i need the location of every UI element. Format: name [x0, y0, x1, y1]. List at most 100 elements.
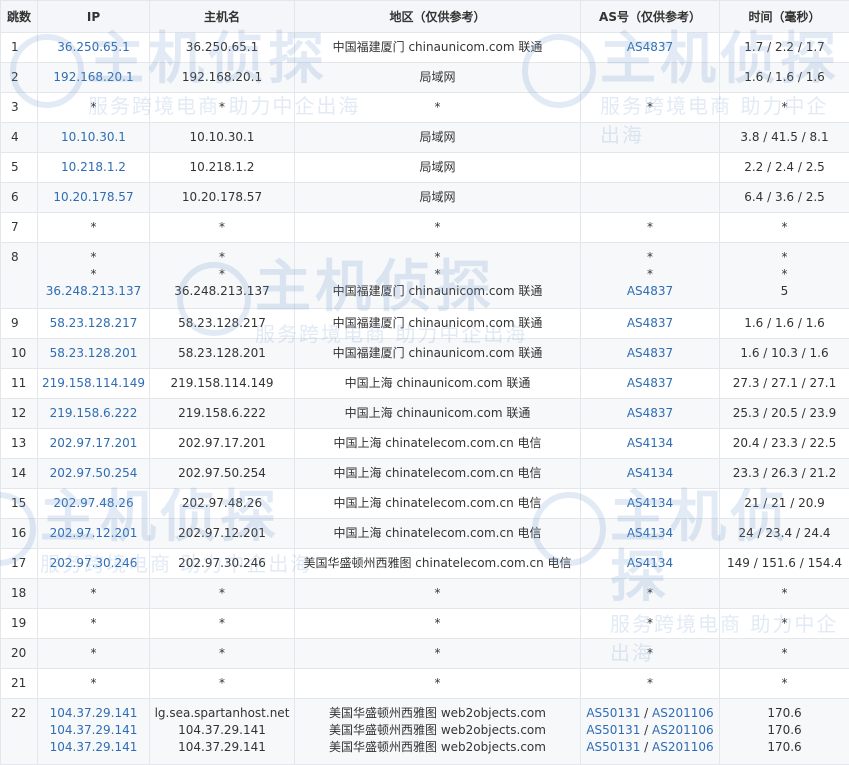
region-text: * — [295, 219, 580, 236]
as-number-link[interactable]: AS50131 — [586, 740, 640, 754]
as-cell: * — [581, 579, 720, 609]
time-cell: 1.6 / 10.3 / 1.6 — [720, 339, 849, 369]
as-number-link[interactable]: AS50131 — [586, 723, 640, 737]
hop-number: 1 — [1, 33, 38, 63]
hop-number: 11 — [1, 369, 38, 399]
as-cell: **AS4837 — [581, 243, 720, 309]
ip-link[interactable]: 192.168.20.1 — [38, 69, 149, 86]
ip-cell: * — [38, 93, 150, 123]
ip-cell: 219.158.6.222 — [38, 399, 150, 429]
as-number-link[interactable]: AS50131 — [586, 706, 640, 720]
ip-link[interactable]: 36.248.213.137 — [38, 283, 149, 300]
region-text: 中国上海 chinatelecom.com.cn 电信 — [295, 465, 580, 482]
region-text: * — [295, 266, 580, 283]
as-line — [581, 189, 719, 206]
as-line: * — [581, 266, 719, 283]
ip-link[interactable]: 219.158.114.149 — [38, 375, 149, 392]
as-cell: AS4134 — [581, 459, 720, 489]
region-cell: 中国福建厦门 chinaunicom.com 联通 — [295, 339, 581, 369]
as-number-link[interactable]: AS4837 — [627, 406, 673, 420]
table-row: 17202.97.30.246202.97.30.246美国华盛顿州西雅图 ch… — [1, 549, 849, 579]
ip-link[interactable]: 58.23.128.201 — [38, 345, 149, 362]
region-text: 中国上海 chinatelecom.com.cn 电信 — [295, 435, 580, 452]
time-cell: 1.7 / 2.2 / 1.7 — [720, 33, 849, 63]
ip-text: * — [38, 645, 149, 662]
ip-link[interactable]: 58.23.128.217 — [38, 315, 149, 332]
as-number-link[interactable]: AS4134 — [627, 496, 673, 510]
region-cell: 局域网 — [295, 63, 581, 93]
ip-cell: 202.97.17.201 — [38, 429, 150, 459]
as-line: AS4837 — [581, 283, 719, 300]
as-number-link[interactable]: AS4837 — [627, 346, 673, 360]
hop-number: 6 — [1, 183, 38, 213]
region-cell: 中国福建厦门 chinaunicom.com 联通 — [295, 309, 581, 339]
table-row: 610.20.178.5710.20.178.57局域网6.4 / 3.6 / … — [1, 183, 849, 213]
as-number-link[interactable]: AS4134 — [627, 556, 673, 570]
ip-link[interactable]: 104.37.29.141 — [38, 722, 149, 739]
ip-link[interactable]: 202.97.50.254 — [38, 465, 149, 482]
time-text: 149 / 151.6 / 154.4 — [720, 555, 849, 572]
hop-number: 21 — [1, 669, 38, 699]
time-text: 24 / 23.4 / 24.4 — [720, 525, 849, 542]
ip-link[interactable]: 202.97.30.246 — [38, 555, 149, 572]
as-number-link[interactable]: AS4134 — [627, 466, 673, 480]
region-text: * — [295, 645, 580, 662]
ip-link[interactable]: 202.97.12.201 — [38, 525, 149, 542]
as-line: AS50131 / AS201106 — [581, 705, 719, 722]
host-text: 202.97.17.201 — [150, 435, 294, 452]
as-number-link[interactable]: AS4837 — [627, 284, 673, 298]
as-cell — [581, 123, 720, 153]
region-text: 美国华盛顿州西雅图 web2objects.com — [295, 739, 580, 756]
region-text: 中国上海 chinaunicom.com 联通 — [295, 375, 580, 392]
region-text: 中国上海 chinatelecom.com.cn 电信 — [295, 525, 580, 542]
time-text: * — [720, 266, 849, 283]
as-number-link[interactable]: AS4134 — [627, 526, 673, 540]
ip-link[interactable]: 202.97.17.201 — [38, 435, 149, 452]
as-number-link[interactable]: AS4134 — [627, 436, 673, 450]
hostname-cell: 219.158.114.149 — [150, 369, 295, 399]
time-cell: 2.2 / 2.4 / 2.5 — [720, 153, 849, 183]
hop-number: 19 — [1, 609, 38, 639]
host-text: 192.168.20.1 — [150, 69, 294, 86]
hostname-cell: 202.97.30.246 — [150, 549, 295, 579]
region-cell: 中国上海 chinatelecom.com.cn 电信 — [295, 459, 581, 489]
as-cell — [581, 153, 720, 183]
as-number-link[interactable]: AS201106 — [652, 723, 714, 737]
ip-link[interactable]: 104.37.29.141 — [38, 739, 149, 756]
ip-link[interactable]: 36.250.65.1 — [38, 39, 149, 56]
as-number-link[interactable]: AS4837 — [627, 316, 673, 330]
time-cell: * — [720, 669, 849, 699]
as-cell: AS50131 / AS201106AS50131 / AS201106AS50… — [581, 699, 720, 765]
as-number-link[interactable]: AS201106 — [652, 740, 714, 754]
ip-text: * — [38, 266, 149, 283]
time-cell: * — [720, 213, 849, 243]
as-number-link[interactable]: AS4837 — [627, 40, 673, 54]
host-text: lg.sea.spartanhost.net — [150, 705, 294, 722]
as-line: AS4837 — [581, 315, 719, 332]
ip-link[interactable]: 104.37.29.141 — [38, 705, 149, 722]
ip-link[interactable]: 202.97.48.26 — [38, 495, 149, 512]
region-cell: 中国上海 chinaunicom.com 联通 — [295, 369, 581, 399]
ip-link[interactable]: 10.218.1.2 — [38, 159, 149, 176]
time-cell: 21 / 21 / 20.9 — [720, 489, 849, 519]
table-row: 136.250.65.136.250.65.1中国福建厦门 chinaunico… — [1, 33, 849, 63]
host-text: 202.97.50.254 — [150, 465, 294, 482]
hop-number: 3 — [1, 93, 38, 123]
as-number-link[interactable]: AS201106 — [652, 706, 714, 720]
as-line — [581, 69, 719, 86]
table-row: 2192.168.20.1192.168.20.1局域网1.6 / 1.6 / … — [1, 63, 849, 93]
ip-link[interactable]: 219.158.6.222 — [38, 405, 149, 422]
ip-link[interactable]: 10.20.178.57 — [38, 189, 149, 206]
time-cell: * — [720, 639, 849, 669]
table-row: 958.23.128.21758.23.128.217中国福建厦门 chinau… — [1, 309, 849, 339]
as-line: * — [581, 219, 719, 236]
region-cell: 美国华盛顿州西雅图 chinatelecom.com.cn 电信 — [295, 549, 581, 579]
ip-link[interactable]: 10.10.30.1 — [38, 129, 149, 146]
hop-number: 4 — [1, 123, 38, 153]
region-text: 局域网 — [295, 159, 580, 176]
as-cell: * — [581, 213, 720, 243]
as-number: * — [647, 250, 653, 264]
host-text: * — [150, 99, 294, 116]
time-text: 25.3 / 20.5 / 23.9 — [720, 405, 849, 422]
as-number-link[interactable]: AS4837 — [627, 376, 673, 390]
